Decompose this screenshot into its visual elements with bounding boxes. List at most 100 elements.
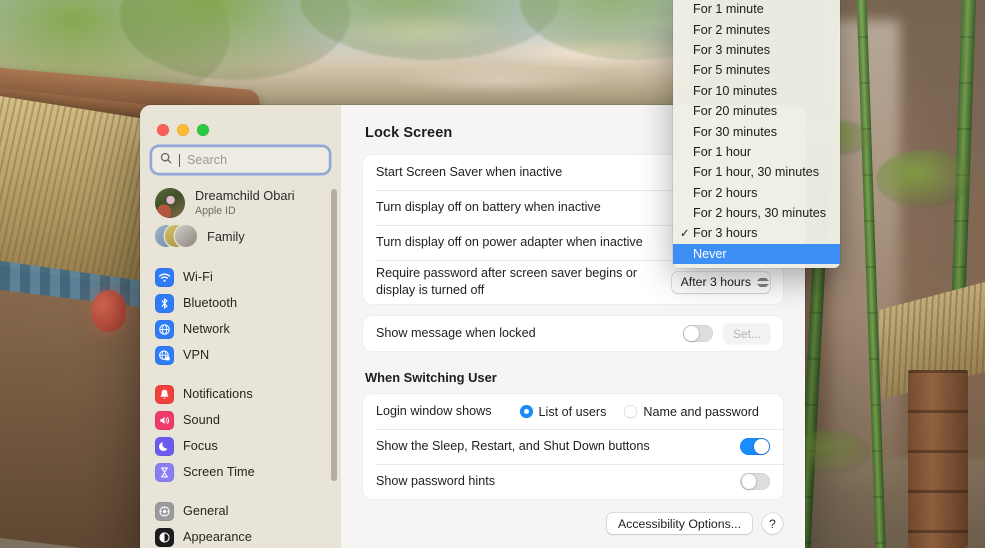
menu-item[interactable]: For 30 minutes — [673, 121, 840, 141]
radio-name-and-password[interactable]: Name and password — [624, 405, 759, 419]
sidebar-item-notifications[interactable]: Notifications — [140, 381, 341, 407]
sidebar-item-label: Notifications — [183, 387, 253, 401]
show-message-group: Show message when locked Set... — [363, 316, 783, 351]
menu-item[interactable]: ✓For 3 hours — [673, 223, 840, 243]
menu-item[interactable]: For 1 hour — [673, 142, 840, 162]
search-placeholder: Search — [187, 153, 227, 167]
search-input[interactable]: Search — [152, 147, 329, 173]
speaker-icon — [155, 411, 174, 430]
menu-item[interactable]: For 2 minutes — [673, 19, 840, 39]
row-show-password-hints: Show password hints — [363, 464, 783, 499]
chevron-up-down-icon — [756, 277, 764, 288]
sidebar-item-focus[interactable]: Focus — [140, 433, 341, 459]
search-icon — [160, 151, 172, 169]
globe-icon — [155, 320, 174, 339]
sidebar-item-screen-time[interactable]: Screen Time — [140, 459, 341, 485]
menu-item-label: For 2 hours, 30 minutes — [693, 206, 826, 220]
menu-item-label: Never — [693, 247, 727, 261]
minimize-button[interactable] — [177, 124, 189, 136]
sidebar-item-label: Family — [207, 229, 245, 244]
menu-item[interactable]: For 2 hours, 30 minutes — [673, 203, 840, 223]
menu-item-label: For 1 minute — [693, 2, 764, 16]
moon-icon — [155, 437, 174, 456]
vpn-globe-icon — [155, 346, 174, 365]
sidebar-item-bluetooth[interactable]: Bluetooth — [140, 290, 341, 316]
sidebar-item-label: Bluetooth — [183, 296, 237, 310]
text-cursor — [179, 154, 180, 167]
section-heading-when-switching-user: When Switching User — [363, 351, 783, 394]
menu-item-label: For 5 minutes — [693, 63, 770, 77]
sidebar-item-network[interactable]: Network — [140, 316, 341, 342]
help-button[interactable]: ? — [762, 513, 783, 534]
bell-icon — [155, 385, 174, 404]
sidebar-item-vpn[interactable]: VPN — [140, 342, 341, 368]
menu-item-label: For 3 hours — [693, 226, 757, 240]
account-subtitle: Apple ID — [195, 205, 295, 217]
family-avatars — [155, 225, 197, 247]
set-message-button[interactable]: Set... — [724, 324, 770, 344]
menu-item-label: For 1 hour, 30 minutes — [693, 165, 819, 179]
login-window-radio-group: List of users Name and password — [520, 405, 759, 419]
sidebar-item-family[interactable]: Family — [140, 221, 341, 251]
switching-user-group: Login window shows List of users Name an… — [363, 394, 783, 499]
popup-value: After 3 hours — [681, 275, 751, 289]
sidebar-item-appearance[interactable]: Appearance — [140, 524, 341, 548]
menu-item[interactable]: For 1 minute — [673, 0, 840, 19]
row-sleep-restart-shutdown: Show the Sleep, Restart, and Shut Down b… — [363, 429, 783, 464]
row-label: Start Screen Saver when inactive — [376, 164, 562, 181]
require-password-dropdown-menu: For 1 minute For 2 minutes For 3 minutes Fo… — [673, 0, 840, 268]
account-name: Dreamchild Obari — [195, 189, 295, 204]
search-container: Search — [140, 141, 341, 181]
sidebar-item-general[interactable]: General — [140, 498, 341, 524]
zoom-button[interactable] — [197, 124, 209, 136]
row-label: Login window shows — [376, 403, 492, 420]
detail-footer: Accessibility Options... ? — [363, 499, 783, 534]
sidebar-scroll-area: Dreamchild Obari Apple ID Family Wi-Fi — [140, 181, 341, 548]
row-label: Turn display off on battery when inactiv… — [376, 199, 601, 216]
bluetooth-icon — [155, 294, 174, 313]
menu-item[interactable]: For 10 minutes — [673, 81, 840, 101]
row-show-message-when-locked: Show message when locked Set... — [363, 316, 783, 351]
sidebar-item-label: General — [183, 504, 229, 518]
sidebar-item-label: Appearance — [183, 530, 252, 544]
sidebar-item-label: VPN — [183, 348, 209, 362]
radio-label: Name and password — [643, 405, 759, 419]
require-password-popup-button[interactable]: After 3 hours — [672, 272, 770, 293]
radio-list-of-users[interactable]: List of users — [520, 405, 607, 419]
radio-label: List of users — [539, 405, 607, 419]
row-label: Turn display off on power adapter when i… — [376, 234, 643, 251]
row-login-window-shows: Login window shows List of users Name an… — [363, 394, 783, 429]
sidebar-scrollbar[interactable] — [331, 189, 337, 481]
close-button[interactable] — [157, 124, 169, 136]
row-label: Show message when locked — [376, 325, 536, 342]
sidebar-item-wifi[interactable]: Wi-Fi — [140, 264, 341, 290]
menu-item-label: For 2 hours — [693, 186, 757, 200]
window-controls — [140, 105, 341, 141]
gear-icon — [155, 502, 174, 521]
row-label: Show password hints — [376, 473, 495, 490]
sidebar-item-label: Sound — [183, 413, 220, 427]
row-label: Show the Sleep, Restart, and Shut Down b… — [376, 438, 650, 455]
sidebar-item-label: Focus — [183, 439, 218, 453]
show-message-toggle[interactable] — [683, 325, 713, 343]
sidebar-item-label: Network — [183, 322, 230, 336]
sidebar-item-sound[interactable]: Sound — [140, 407, 341, 433]
sleep-restart-toggle[interactable] — [740, 438, 770, 456]
menu-item[interactable]: For 1 hour, 30 minutes — [673, 162, 840, 182]
hourglass-icon — [155, 463, 174, 482]
wifi-icon — [155, 268, 174, 287]
menu-item-label: For 20 minutes — [693, 104, 777, 118]
menu-item[interactable]: Never — [673, 244, 840, 264]
menu-item-label: For 1 hour — [693, 145, 751, 159]
menu-item[interactable]: For 5 minutes — [673, 60, 840, 80]
avatar — [155, 188, 185, 218]
menu-item-label: For 3 minutes — [693, 43, 770, 57]
sidebar-item-label: Screen Time — [183, 465, 255, 479]
password-hints-toggle[interactable] — [740, 473, 770, 491]
menu-item[interactable]: For 3 minutes — [673, 40, 840, 60]
menu-item-label: For 10 minutes — [693, 84, 777, 98]
sidebar-item-apple-id[interactable]: Dreamchild Obari Apple ID — [140, 183, 341, 221]
menu-item[interactable]: For 2 hours — [673, 183, 840, 203]
menu-item[interactable]: For 20 minutes — [673, 101, 840, 121]
accessibility-options-button[interactable]: Accessibility Options... — [607, 513, 752, 534]
